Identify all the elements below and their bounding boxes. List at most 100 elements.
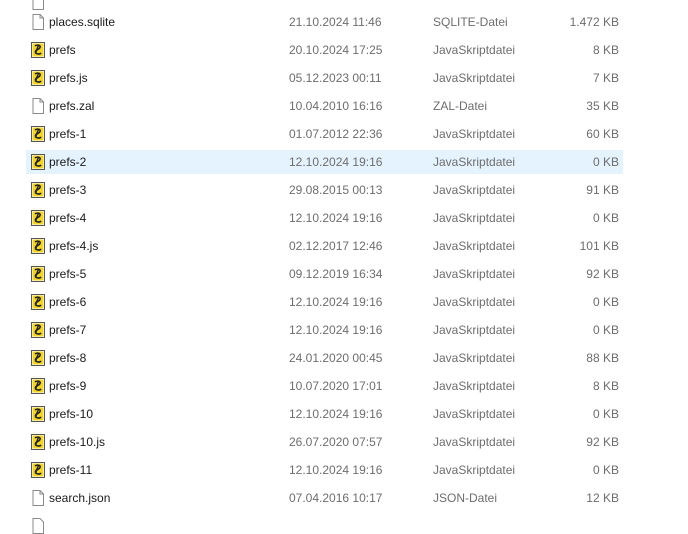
file-size: 8 KB	[592, 379, 619, 393]
javascript-file-icon	[31, 182, 45, 198]
javascript-file-icon	[31, 434, 45, 450]
file-type: JavaSkriptdatei	[433, 463, 516, 477]
file-name: prefs-5	[49, 267, 87, 281]
javascript-file-icon	[31, 406, 45, 422]
file-type: SQLITE-Datei	[433, 15, 508, 29]
file-row[interactable]: prefs-11 12.10.2024 19:16 JavaSkriptdatei 0…	[26, 458, 623, 482]
file-size: 0 KB	[592, 463, 619, 477]
file-row[interactable]: prefs-10 12.10.2024 19:16 JavaSkriptdatei 0…	[26, 402, 623, 426]
file-date-modified: 09.12.2019 16:34	[289, 267, 383, 281]
javascript-file-icon	[31, 70, 45, 86]
file-name: prefs-11	[49, 463, 93, 477]
file-size: 88 KB	[586, 351, 619, 365]
file-type: JavaSkriptdatei	[433, 295, 516, 309]
file-date-modified: 26.07.2020 07:57	[289, 435, 383, 449]
file-type: JavaSkriptdatei	[433, 351, 516, 365]
file-row[interactable]: prefs.js 05.12.2023 00:11 JavaSkriptdatei 7…	[26, 66, 623, 90]
file-date-modified: 12.10.2024 19:16	[289, 155, 383, 169]
file-row[interactable]: search.json 07.04.2016 10:17 JSON-Datei 12 …	[26, 486, 623, 510]
file-name: prefs-10	[49, 407, 94, 421]
file-type: JavaSkriptdatei	[433, 183, 516, 197]
file-row[interactable]: prefs-3 29.08.2015 00:13 JavaSkriptdatei 91…	[26, 178, 623, 202]
file-row-partial-bottom[interactable]	[26, 516, 623, 534]
file-type: JSON-Datei	[433, 491, 498, 505]
file-row[interactable]: prefs-8 24.01.2020 00:45 JavaSkriptdatei 88…	[26, 346, 623, 370]
javascript-file-icon	[31, 322, 45, 338]
file-date-modified: 07.04.2016 10:17	[289, 491, 383, 505]
file-row[interactable]: prefs-7 12.10.2024 19:16 JavaSkriptdatei 0 …	[26, 318, 623, 342]
file-size: 0 KB	[592, 407, 619, 421]
file-name: prefs-10.js	[49, 435, 106, 449]
file-size: 1.472 KB	[569, 15, 619, 29]
file-size: 7 KB	[592, 71, 619, 85]
file-date-modified: 10.07.2020 17:01	[289, 379, 383, 393]
file-date-modified: 12.10.2024 19:16	[289, 463, 383, 477]
file-size: 91 KB	[586, 183, 619, 197]
file-date-modified: 01.07.2012 22:36	[289, 127, 383, 141]
file-size: 12 KB	[586, 491, 619, 505]
file-date-modified: 29.08.2015 00:13	[289, 183, 383, 197]
javascript-file-icon	[31, 294, 45, 310]
file-type: JavaSkriptdatei	[433, 127, 516, 141]
file-row[interactable]: prefs-4.js 02.12.2017 12:46 JavaSkriptdate…	[26, 234, 623, 258]
file-row[interactable]: prefs-9 10.07.2020 17:01 JavaSkriptdatei 8 …	[26, 374, 623, 398]
file-date-modified: 02.12.2017 12:46	[289, 239, 383, 253]
file-size: 0 KB	[592, 323, 619, 337]
file-row[interactable]: prefs.zal 10.04.2010 16:16 ZAL-Datei 35 KB	[26, 94, 623, 118]
file-name: prefs-4	[49, 211, 87, 225]
file-name: prefs.js	[49, 71, 88, 85]
file-type: JavaSkriptdatei	[433, 267, 516, 281]
file-name: places.sqlite	[49, 15, 116, 29]
file-date-modified: 12.10.2024 19:16	[289, 407, 383, 421]
file-name: search.json	[49, 491, 111, 505]
file-size: 0 KB	[592, 155, 619, 169]
file-date-modified: 24.01.2020 00:45	[289, 351, 383, 365]
file-date-modified: 10.04.2010 16:16	[289, 99, 383, 113]
file-name: prefs.zal	[49, 99, 95, 113]
file-size: 0 KB	[592, 211, 619, 225]
file-name: prefs-2	[49, 155, 87, 169]
javascript-file-icon	[31, 42, 45, 58]
file-row-partial-top[interactable]	[26, 0, 623, 10]
file-date-modified: 12.10.2024 19:16	[289, 295, 383, 309]
file-row[interactable]: places.sqlite 21.10.2024 11:46 SQLITE-Date…	[26, 10, 623, 34]
file-name: prefs-8	[49, 351, 87, 365]
file-row[interactable]: prefs-6 12.10.2024 19:16 JavaSkriptdatei 0 …	[26, 290, 623, 314]
file-name: prefs	[49, 43, 76, 57]
file-row[interactable]: prefs 20.10.2024 17:25 JavaSkriptdatei 8 KB	[26, 38, 623, 62]
javascript-file-icon	[31, 462, 45, 478]
file-name: prefs-7	[49, 323, 87, 337]
javascript-file-icon	[31, 154, 45, 170]
file-size: 60 KB	[586, 127, 619, 141]
file-date-modified: 12.10.2024 19:16	[289, 211, 383, 225]
generic-file-icon	[32, 14, 44, 30]
javascript-file-icon	[31, 350, 45, 366]
generic-file-icon	[32, 98, 44, 114]
file-type: JavaSkriptdatei	[433, 379, 516, 393]
javascript-file-icon	[31, 378, 45, 394]
file-row[interactable]: prefs-2 12.10.2024 19:16 JavaSkriptdatei 0 …	[26, 150, 623, 174]
file-size: 35 KB	[586, 99, 619, 113]
generic-file-icon	[32, 518, 44, 534]
file-name: prefs-1	[49, 127, 87, 141]
generic-file-icon	[32, 490, 44, 506]
file-type: JavaSkriptdatei	[433, 43, 516, 57]
javascript-file-icon	[31, 266, 45, 282]
file-date-modified: 20.10.2024 17:25	[289, 43, 383, 57]
file-type: ZAL-Datei	[433, 99, 488, 113]
file-row[interactable]: prefs-5 09.12.2019 16:34 JavaSkriptdatei 92…	[26, 262, 623, 286]
file-row[interactable]: prefs-10.js 26.07.2020 07:57 JavaSkriptdat…	[26, 430, 623, 454]
file-name: prefs-4.js	[49, 239, 99, 253]
file-row[interactable]: prefs-4 12.10.2024 19:16 JavaSkriptdatei 0 …	[26, 206, 623, 230]
file-row[interactable]: prefs-1 01.07.2012 22:36 JavaSkriptdatei 60…	[26, 122, 623, 146]
file-name: prefs-3	[49, 183, 87, 197]
file-date-modified: 12.10.2024 19:16	[289, 323, 383, 337]
file-size: 0 KB	[592, 295, 619, 309]
file-type: JavaSkriptdatei	[433, 211, 516, 225]
file-type: JavaSkriptdatei	[433, 435, 516, 449]
file-size: 8 KB	[592, 43, 619, 57]
file-date-modified: 21.10.2024 11:46	[289, 15, 382, 29]
file-list: places.sqlite 21.10.2024 11:46 SQLITE-Date…	[0, 0, 688, 534]
file-name: prefs-6	[49, 295, 87, 309]
file-type: JavaSkriptdatei	[433, 155, 516, 169]
